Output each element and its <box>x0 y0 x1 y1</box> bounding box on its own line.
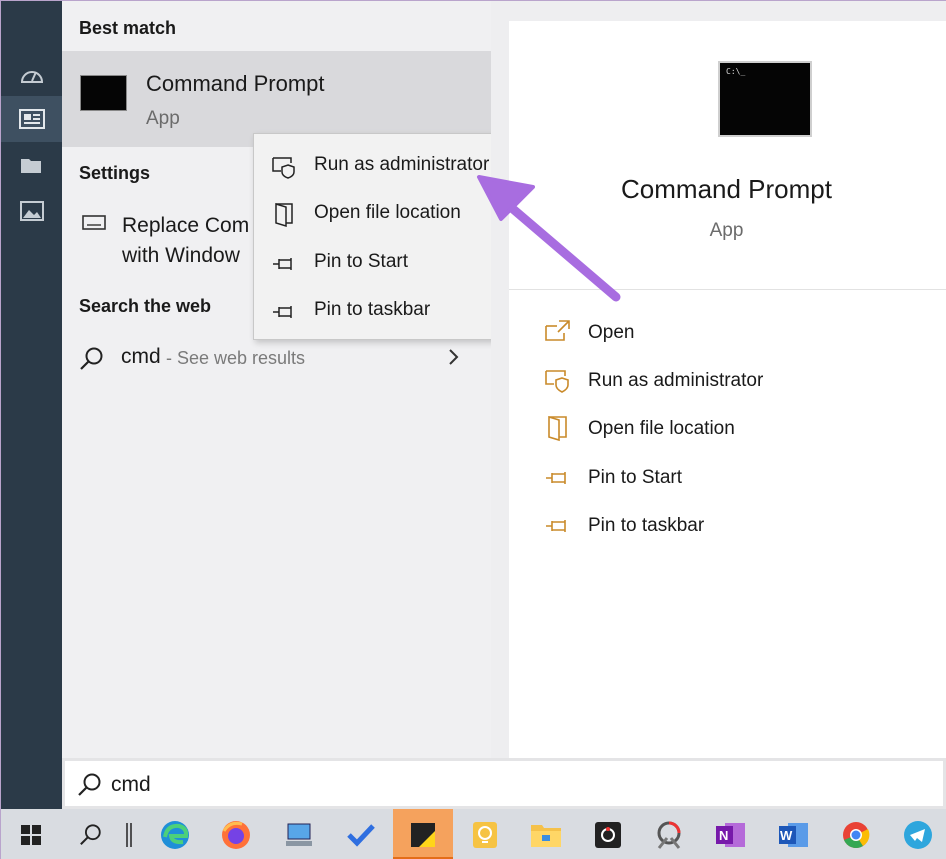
computer-icon <box>286 823 312 846</box>
settings-result-line2: with Window <box>122 244 240 267</box>
taskbar-firefox[interactable] <box>206 809 266 859</box>
pin-icon <box>273 258 292 270</box>
best-match-header: Best match <box>79 18 177 38</box>
context-menu: Run as administrator Open file location … <box>253 133 512 340</box>
telegram-icon <box>904 820 932 849</box>
taskbar-todo[interactable] <box>331 809 391 859</box>
nav-rail <box>1 1 62 809</box>
word-icon: W <box>779 822 808 847</box>
open-icon <box>545 320 570 341</box>
lightbulb-icon <box>473 821 497 848</box>
taskbar: N W <box>1 809 946 859</box>
speedometer-icon <box>20 71 43 83</box>
edge-browser-icon <box>161 820 189 849</box>
web-hint: - See web results <box>166 348 306 368</box>
search-icon <box>80 823 101 845</box>
taskbar-chrome[interactable] <box>826 809 886 859</box>
start-button[interactable] <box>1 809 61 859</box>
start-menu-window: Best match Command Prompt App Settings R… <box>0 0 946 859</box>
search-icon <box>78 773 101 796</box>
task-view-icon <box>126 822 132 847</box>
best-match-subtitle: App <box>146 108 180 129</box>
folder-location-icon <box>275 203 293 227</box>
search-bar[interactable] <box>62 758 946 809</box>
action-pin-to-taskbar-label: Pin to taskbar <box>588 515 705 536</box>
taskbar-snipping-tool[interactable] <box>639 809 699 859</box>
best-match-title: Command Prompt <box>146 71 325 96</box>
taskbar-this-pc[interactable] <box>269 809 329 859</box>
action-pin-to-start-label: Pin to Start <box>588 467 682 488</box>
search-results-panel: Best match Command Prompt App Settings R… <box>62 1 491 758</box>
chevron-right-icon[interactable] <box>448 348 460 366</box>
sticky-notes-icon <box>411 822 435 847</box>
settings-result-line1: Replace Com <box>122 214 250 237</box>
search-icon <box>80 347 103 370</box>
ctx-pin-to-taskbar[interactable]: Pin to taskbar <box>254 287 511 335</box>
ctx-run-as-admin[interactable]: Run as administrator <box>254 142 511 190</box>
command-prompt-large-icon: C:\_ <box>718 61 812 137</box>
rail-dashboard-button[interactable] <box>1 51 62 97</box>
action-open-label: Open <box>588 322 635 343</box>
chrome-icon <box>843 821 870 848</box>
rail-folders-button[interactable] <box>1 142 62 188</box>
ctx-run-as-admin-label: Run as administrator <box>314 154 490 175</box>
folder-icon <box>20 159 41 173</box>
camera-app-icon <box>595 821 621 848</box>
settings-result-label: Replace Com with Window <box>122 211 262 271</box>
taskbar-onenote[interactable]: N <box>701 809 761 859</box>
svg-text:W: W <box>780 828 793 843</box>
settings-header: Settings <box>79 163 151 183</box>
file-explorer-icon <box>531 824 561 847</box>
taskbar-app-dark[interactable] <box>578 809 638 859</box>
web-result[interactable]: cmd - See web results <box>62 333 491 383</box>
taskbar-edge[interactable] <box>145 809 205 859</box>
picture-icon <box>19 201 44 221</box>
ctx-open-file-location-label: Open file location <box>314 202 461 223</box>
folder-location-icon <box>548 416 567 442</box>
action-pin-to-taskbar[interactable]: Pin to taskbar <box>509 503 946 551</box>
preview-heading: Command Prompt <box>621 174 832 204</box>
action-open-file-location-label: Open file location <box>588 418 735 439</box>
windows-logo-icon <box>21 824 41 845</box>
pin-icon <box>273 306 292 318</box>
search-web-header: Search the web <box>79 296 212 316</box>
action-run-as-admin[interactable]: Run as administrator <box>509 358 946 406</box>
onenote-icon: N <box>716 822 745 847</box>
ctx-pin-to-taskbar-label: Pin to taskbar <box>314 299 431 320</box>
shield-icon <box>545 370 569 393</box>
ctx-pin-to-start[interactable]: Pin to Start <box>254 239 511 287</box>
action-open-file-location[interactable]: Open file location <box>509 406 946 454</box>
snipping-tool-icon <box>657 821 681 849</box>
action-run-as-admin-label: Run as administrator <box>588 370 764 391</box>
action-open[interactable]: Open <box>509 310 946 358</box>
action-pin-to-start[interactable]: Pin to Start <box>509 455 946 503</box>
keyboard-icon <box>82 215 106 230</box>
pin-icon <box>546 472 566 484</box>
web-query: cmd <box>121 345 161 368</box>
pin-icon <box>546 520 566 532</box>
news-icon <box>18 109 45 129</box>
taskbar-file-explorer[interactable] <box>516 809 576 859</box>
taskbar-tips[interactable] <box>455 809 515 859</box>
command-prompt-icon <box>80 75 127 111</box>
ctx-open-file-location[interactable]: Open file location <box>254 190 511 238</box>
svg-text:N: N <box>719 828 728 843</box>
preview-divider <box>509 289 946 290</box>
taskbar-telegram[interactable] <box>888 809 946 859</box>
rail-documents-button[interactable] <box>1 96 62 142</box>
preview-app-type: App <box>709 220 744 241</box>
search-input[interactable] <box>111 771 711 799</box>
taskbar-sticky-notes[interactable] <box>393 809 453 859</box>
taskbar-word[interactable]: W <box>764 809 824 859</box>
ctx-pin-to-start-label: Pin to Start <box>314 251 408 272</box>
checkmark-icon <box>347 823 375 847</box>
rail-photos-button[interactable] <box>1 188 62 234</box>
firefox-icon <box>222 820 250 849</box>
shield-icon <box>272 157 295 179</box>
